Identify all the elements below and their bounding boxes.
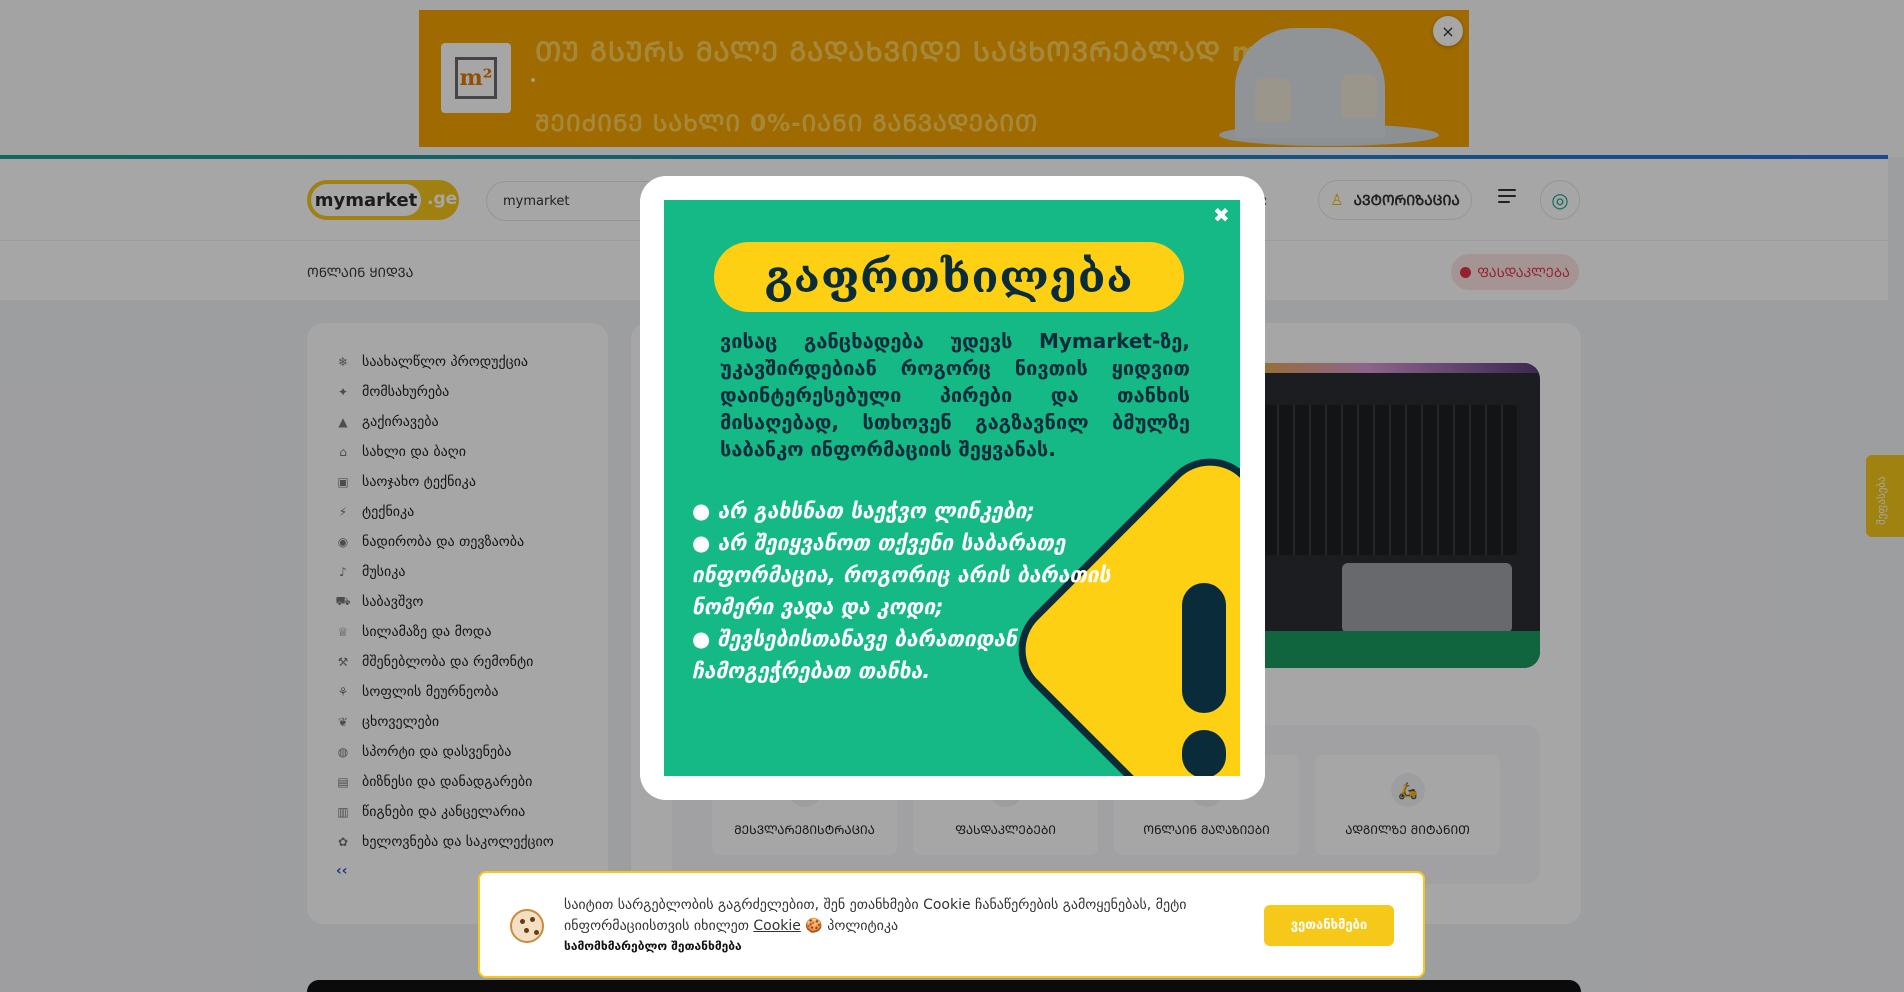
cookie-icon <box>510 909 544 943</box>
cookie-message: საიტით სარგებლობის გაგრძელებით, შენ ეთან… <box>564 895 1264 937</box>
warning-title: გაფრთხილება <box>714 242 1184 312</box>
cookie-policy-link[interactable]: Cookie <box>753 918 801 934</box>
cookie-banner: საიტით სარგებლობის გაგრძელებით, შენ ეთან… <box>478 871 1425 978</box>
warning-item: ● არ გახსნათ საეჭვო ლინკები; <box>692 499 1035 523</box>
warning-list: ● არ გახსნათ საეჭვო ლინკები; ● არ შეიყვა… <box>692 495 1132 687</box>
modal-close-icon[interactable]: ✖ <box>1213 203 1230 227</box>
warning-item: ● შევსებისთანავე ბარათიდან ჩამოგეჭრებათ … <box>692 627 1017 683</box>
warning-paragraph: ვისაც განცხადება უდევს Mymarket-ზე, უკავ… <box>720 329 1190 461</box>
accept-cookies-button[interactable]: ვეთანხმები <box>1264 905 1394 946</box>
exclamation-bar <box>1182 583 1226 713</box>
cookie-policy-text: 🍪 პოლიტიკა <box>805 918 899 934</box>
warning-modal: გაფრთხილება ვისაც განცხადება უდევს Mymar… <box>640 176 1265 800</box>
warning-poster: გაფრთხილება ვისაც განცხადება უდევს Mymar… <box>664 200 1240 776</box>
terms-link[interactable]: სამომხმარებლო შეთანხმება <box>564 939 742 953</box>
warning-item: ● არ შეიყვანოთ თქვენი საბარათე ინფორმაცი… <box>692 531 1111 619</box>
exclamation-dot <box>1182 730 1226 776</box>
